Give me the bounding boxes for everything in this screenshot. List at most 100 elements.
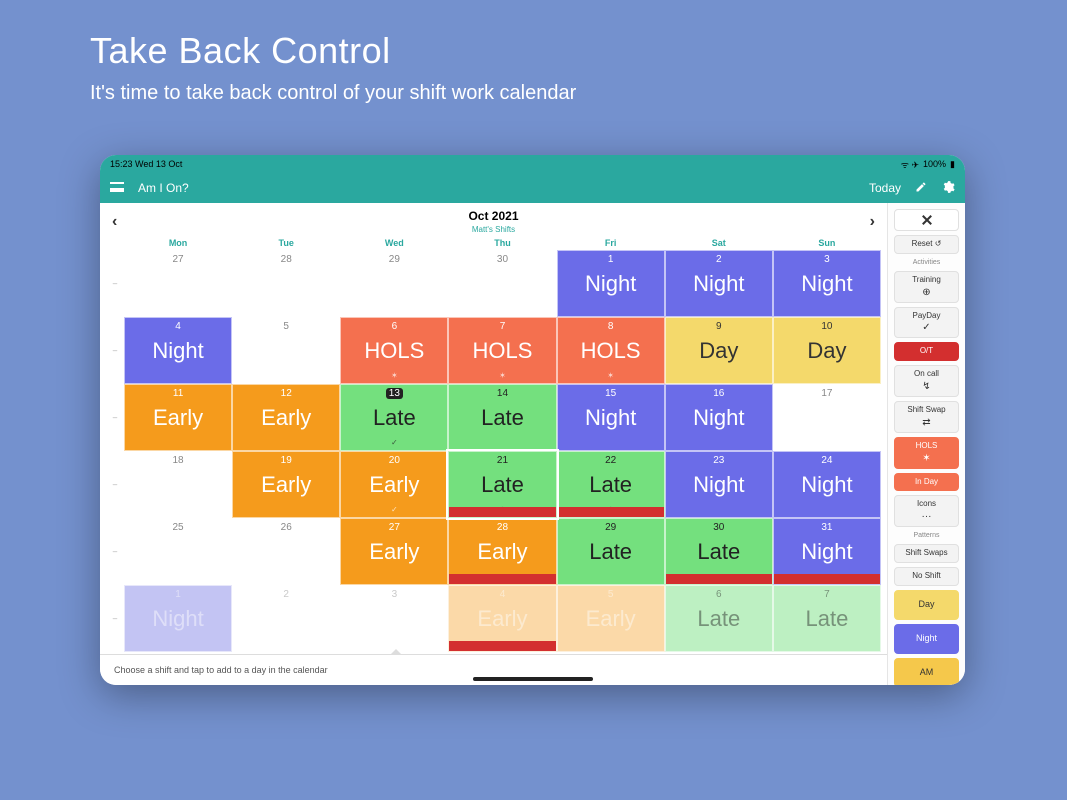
shift-label: Night: [693, 271, 744, 297]
calendar-cell[interactable]: 5: [232, 317, 340, 384]
sidebar-oncall[interactable]: On call↯: [894, 365, 959, 397]
shift-label: Day: [807, 338, 846, 364]
month-label: Oct 2021: [117, 209, 869, 223]
calendar-cell[interactable]: 2: [232, 585, 340, 652]
day-header: Thu: [448, 238, 556, 248]
payday-icon: ✓: [922, 322, 930, 333]
calendar-cell[interactable]: 28: [232, 250, 340, 317]
sidebar-day[interactable]: Day: [894, 590, 959, 620]
next-month-button[interactable]: ›: [870, 213, 875, 231]
calendar-cell[interactable]: 23Night: [665, 451, 773, 518]
shift-label: Early: [369, 472, 419, 498]
week-gutter: –: [106, 317, 124, 384]
shift-label: Early: [586, 606, 636, 632]
day-header: Sat: [665, 238, 773, 248]
calendar-cell[interactable]: 6HOLS✶: [340, 317, 448, 384]
status-date: Wed 13 Oct: [135, 159, 182, 169]
calendar-cell[interactable]: 20Early✓: [340, 451, 448, 518]
shift-label: Night: [801, 271, 852, 297]
edit-icon[interactable]: [915, 181, 927, 196]
sidebar-reset[interactable]: Reset ↺: [894, 235, 959, 254]
cell-bar: [774, 574, 880, 584]
calendar-cell[interactable]: 16Night: [665, 384, 773, 451]
calendar-cell[interactable]: 8HOLS✶: [557, 317, 665, 384]
device-frame: 15:23 Wed 13 Oct ᯤ ✈ 100% ▮ Am I On? Tod…: [100, 155, 965, 685]
calendar-cell[interactable]: 14Late: [448, 384, 556, 451]
calendar-cell[interactable]: 21Late⊘: [448, 451, 556, 518]
calendar-cell[interactable]: 13Late✓: [340, 384, 448, 451]
calendar-cell[interactable]: 3: [340, 585, 448, 652]
today-button[interactable]: Today: [869, 181, 901, 195]
shift-label: Late: [481, 472, 524, 498]
sidebar-ot[interactable]: O/T: [894, 342, 959, 361]
sidebar-close[interactable]: [894, 209, 959, 231]
calendar-cell[interactable]: 1Night: [124, 585, 232, 652]
calendar-cell[interactable]: 3Night: [773, 250, 881, 317]
calendar-cell[interactable]: 2Night: [665, 250, 773, 317]
cell-bar: [449, 641, 555, 651]
calendar-cell[interactable]: 7HOLS✶: [448, 317, 556, 384]
sidebar-payday[interactable]: PayDay✓: [894, 307, 959, 339]
cell-bar: [449, 507, 555, 517]
week-gutter: –: [106, 384, 124, 451]
app-bar: Am I On? Today: [100, 173, 965, 203]
sidebar-training[interactable]: Training⊕: [894, 271, 959, 303]
sidebar-hols[interactable]: HOLS✶: [894, 437, 959, 469]
training-icon: ⊕: [922, 287, 930, 298]
calendar-cell[interactable]: 26: [232, 518, 340, 585]
calendar-cell[interactable]: 30Late: [665, 518, 773, 585]
sidebar-swaps[interactable]: Shift Swaps: [894, 544, 959, 563]
calendar-cell[interactable]: 12Early: [232, 384, 340, 451]
calendar-cell[interactable]: 28Early: [448, 518, 556, 585]
calendar-cell[interactable]: 19Early: [232, 451, 340, 518]
calendar-cell[interactable]: 22Late⊘: [557, 451, 665, 518]
calendar-cell[interactable]: 18: [124, 451, 232, 518]
cell-annotation: ✶: [391, 371, 398, 380]
calendar-cell[interactable]: 27Early: [340, 518, 448, 585]
calendar-cell[interactable]: 30: [448, 250, 556, 317]
calendar-cell[interactable]: 24Night: [773, 451, 881, 518]
calendar-cell[interactable]: 10Day: [773, 317, 881, 384]
sidebar-night[interactable]: Night: [894, 624, 959, 654]
shift-label: Night: [585, 271, 636, 297]
calendar-cell[interactable]: 27: [124, 250, 232, 317]
calendar-cell[interactable]: 17: [773, 384, 881, 451]
sidebar-swap[interactable]: Shift Swap⇄: [894, 401, 959, 433]
shift-label: Late: [589, 472, 632, 498]
cell-annotation: ✶: [607, 371, 614, 380]
cell-annotation: ✶: [499, 371, 506, 380]
day-header: Wed: [340, 238, 448, 248]
calendar-cell[interactable]: 1Night: [557, 250, 665, 317]
calendar-cell[interactable]: 15Night: [557, 384, 665, 451]
hero-subtitle: It's time to take back control of your s…: [90, 82, 1007, 105]
calendar-cell[interactable]: 11Early: [124, 384, 232, 451]
calendar-cell[interactable]: 6Late: [665, 585, 773, 652]
sidebar-inday[interactable]: In Day: [894, 473, 959, 492]
menu-icon[interactable]: [110, 181, 124, 195]
wifi-icon: ᯤ ✈: [901, 158, 919, 171]
settings-icon[interactable]: [941, 180, 955, 197]
icons-icon: ···: [922, 511, 932, 522]
shift-label: Night: [693, 405, 744, 431]
shift-label: Day: [699, 338, 738, 364]
calendar-cell[interactable]: 29: [340, 250, 448, 317]
calendar-cell[interactable]: 7Late: [773, 585, 881, 652]
hero-title: Take Back Control: [90, 30, 1007, 72]
calendar-cell[interactable]: 5Early: [557, 585, 665, 652]
shift-label: Early: [153, 405, 203, 431]
sidebar-am[interactable]: AM: [894, 658, 959, 685]
shift-label: HOLS: [364, 338, 424, 364]
calendar-cell[interactable]: 4Early○: [448, 585, 556, 652]
calendar-cell[interactable]: 9Day: [665, 317, 773, 384]
oncall-icon: ↯: [922, 381, 930, 392]
shift-label: HOLS: [581, 338, 641, 364]
calendar-cell[interactable]: 29Late: [557, 518, 665, 585]
sidebar-noshift[interactable]: No Shift: [894, 567, 959, 586]
shift-label: Early: [261, 472, 311, 498]
cell-bar: [666, 574, 772, 584]
calendar-cell[interactable]: 4Night: [124, 317, 232, 384]
sidebar-icons[interactable]: Icons···: [894, 495, 959, 527]
calendar-cell[interactable]: 25: [124, 518, 232, 585]
shift-label: HOLS: [473, 338, 533, 364]
calendar-cell[interactable]: 31Night: [773, 518, 881, 585]
